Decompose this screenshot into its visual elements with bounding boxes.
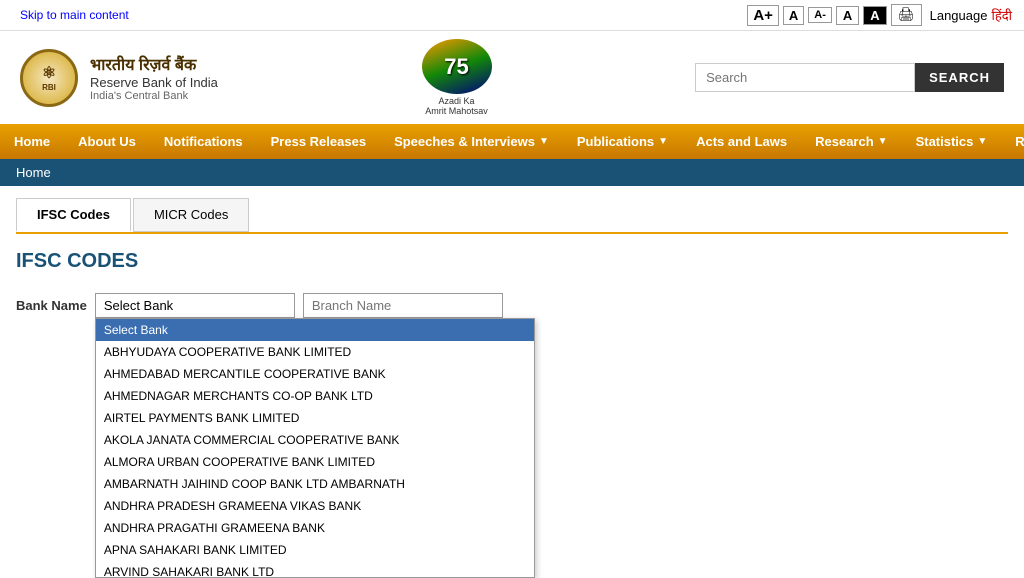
bank-select-container: Select Bank Select Bank ABHYUDAYA COOPER… (95, 293, 295, 318)
bank-name-row: Bank Name Select Bank Select Bank ABHYUD… (16, 293, 503, 318)
nav-item-speeches[interactable]: Speeches & Interviews ▼ (380, 124, 563, 159)
badge-number: 75 (444, 54, 468, 80)
dropdown-item[interactable]: ALMORA URBAN COOPERATIVE BANK LIMITED (96, 451, 534, 473)
publications-arrow: ▼ (658, 136, 668, 147)
nav-item-notifications[interactable]: Notifications (150, 124, 257, 159)
tab-ifsc[interactable]: IFSC Codes (16, 198, 131, 232)
font-controls: A+ A A- A A 🖨 (747, 4, 921, 26)
branch-name-input[interactable] (303, 293, 503, 318)
dropdown-item[interactable]: AHMEDABAD MERCANTILE COOPERATIVE BANK (96, 363, 534, 385)
rbi-text-block: भारतीय रिज़र्व बैंक Reserve Bank of Indi… (90, 53, 218, 102)
search-input[interactable] (695, 63, 915, 92)
rbi-hindi-name: भारतीय रिज़र्व बैंक (90, 53, 218, 75)
nav-item-regulatory[interactable]: Regulatory Reporting ▼ (1001, 124, 1024, 159)
nav-item-home[interactable]: Home (0, 124, 64, 159)
print-icon: 🖨 (898, 7, 915, 22)
language-label: Language (930, 8, 988, 23)
nav-item-statistics[interactable]: Statistics ▼ (902, 124, 1002, 159)
nav-item-acts-laws[interactable]: Acts and Laws (682, 124, 801, 159)
breadcrumb: Home (0, 159, 1024, 186)
page-title: IFSC CODES (16, 250, 1008, 273)
azadi-subtitle: Azadi Ka Amrit Mahotsav (425, 96, 488, 116)
print-btn[interactable]: 🖨 (891, 4, 922, 26)
page-header: ⚛ RBI भारतीय रिज़र्व बैंक Reserve Bank o… (0, 31, 1024, 124)
font-increase-btn[interactable]: A+ (747, 5, 779, 26)
dropdown-item[interactable]: Select Bank (96, 319, 534, 341)
speeches-arrow: ▼ (539, 136, 549, 147)
tab-micr[interactable]: MICR Codes (133, 198, 249, 232)
hindi-language-link[interactable]: हिंदी (991, 6, 1012, 24)
dropdown-item[interactable]: APNA SAHAKARI BANK LIMITED (96, 539, 534, 561)
top-bar-left: Skip to main content (12, 4, 137, 26)
nav-item-publications[interactable]: Publications ▼ (563, 124, 682, 159)
rbi-logo: ⚛ RBI (20, 49, 78, 107)
header-logo-area: ⚛ RBI भारतीय रिज़र्व बैंक Reserve Bank o… (20, 49, 218, 107)
bank-dropdown-list[interactable]: Select Bank ABHYUDAYA COOPERATIVE BANK L… (95, 318, 535, 578)
skip-to-main-link[interactable]: Skip to main content (12, 4, 137, 26)
statistics-arrow: ▼ (977, 136, 987, 147)
nav-item-research[interactable]: Research ▼ (801, 124, 901, 159)
tab-ifsc-label: IFSC Codes (37, 207, 110, 222)
dropdown-item[interactable]: ANDHRA PRAGATHI GRAMEENA BANK (96, 517, 534, 539)
ifsc-form: Bank Name Select Bank Select Bank ABHYUD… (16, 293, 1008, 318)
dropdown-item[interactable]: ARVIND SAHAKARI BANK LTD (96, 561, 534, 578)
font-decrease-btn[interactable]: A- (808, 7, 832, 23)
main-nav: Home About Us Notifications Press Releas… (0, 124, 1024, 159)
dropdown-item[interactable]: AMBARNATH JAIHIND COOP BANK LTD AMBARNAT… (96, 473, 534, 495)
nav-item-press-releases[interactable]: Press Releases (257, 124, 380, 159)
top-bar: Skip to main content A+ A A- A A 🖨 Langu… (0, 0, 1024, 31)
nav-item-about-us[interactable]: About Us (64, 124, 150, 159)
tab-micr-label: MICR Codes (154, 207, 228, 222)
dropdown-item[interactable]: ABHYUDAYA COOPERATIVE BANK LIMITED (96, 341, 534, 363)
breadcrumb-home[interactable]: Home (16, 165, 51, 180)
badge-75: 75 (422, 39, 492, 94)
bank-select-wrapper: Select Bank (95, 293, 295, 318)
dropdown-item[interactable]: AHMEDNAGAR MERCHANTS CO-OP BANK LTD (96, 385, 534, 407)
azadi-badge: 75 Azadi Ka Amrit Mahotsav (422, 39, 492, 116)
search-button[interactable]: SEARCH (915, 63, 1004, 92)
contrast-light-btn[interactable]: A (836, 6, 859, 25)
dropdown-item[interactable]: AIRTEL PAYMENTS BANK LIMITED (96, 407, 534, 429)
tab-bar: IFSC Codes MICR Codes (16, 198, 1008, 234)
bank-name-label: Bank Name (16, 298, 87, 313)
main-content: IFSC CODES Bank Name Select Bank Select … (0, 234, 1024, 344)
bank-select[interactable]: Select Bank (95, 293, 295, 318)
research-arrow: ▼ (878, 136, 888, 147)
contrast-dark-btn[interactable]: A (863, 6, 886, 25)
rbi-tagline: India's Central Bank (90, 90, 218, 102)
search-section: SEARCH (695, 63, 1004, 92)
language-section: Language हिंदी (930, 6, 1012, 24)
rbi-english-name: Reserve Bank of India (90, 75, 218, 90)
dropdown-item[interactable]: AKOLA JANATA COMMERCIAL COOPERATIVE BANK (96, 429, 534, 451)
dropdown-item[interactable]: ANDHRA PRADESH GRAMEENA VIKAS BANK (96, 495, 534, 517)
font-normal-btn[interactable]: A (783, 6, 804, 25)
